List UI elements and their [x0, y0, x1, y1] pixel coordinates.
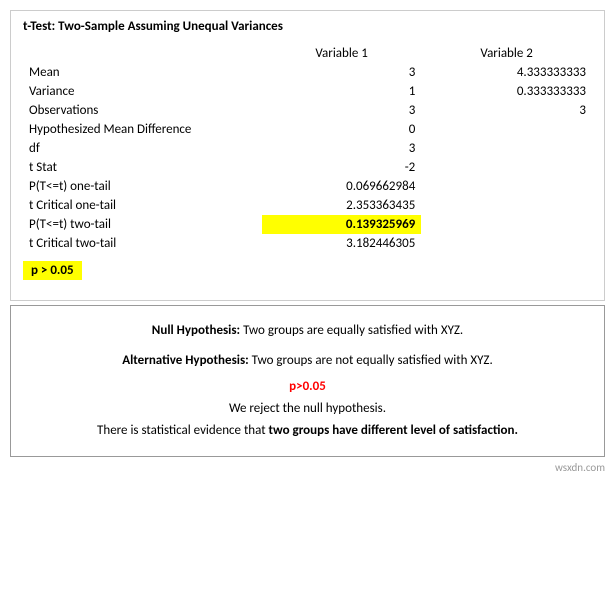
- row-label: Observations: [23, 101, 262, 120]
- table-row: P(T<=t) two-tail0.139325969: [23, 215, 592, 234]
- header-col1: [23, 44, 262, 63]
- row-var1: 3.182446305: [262, 234, 421, 253]
- p-result-line: p>0.05: [31, 376, 584, 398]
- row-var1: 0.069662984: [262, 177, 421, 196]
- table-row: t Critical one-tail2.353363435: [23, 196, 592, 215]
- evidence-bold: two groups have different level of satis…: [269, 423, 518, 438]
- alt-text: Two groups are not equally satisfied wit…: [249, 353, 493, 368]
- row-label: t Stat: [23, 158, 262, 177]
- row-var1: 0.139325969: [262, 215, 421, 234]
- row-label: Variance: [23, 82, 262, 101]
- table-row: Variance10.333333333: [23, 82, 592, 101]
- null-label: Null Hypothesis:: [152, 323, 240, 338]
- main-container: t-Test: Two-Sample Assuming Unequal Vari…: [10, 10, 605, 301]
- header-col3: Variable 2: [421, 44, 592, 63]
- table-row: Observations33: [23, 101, 592, 120]
- table-row: Mean34.333333333: [23, 63, 592, 82]
- row-var2: [421, 177, 592, 196]
- page-title: t-Test: Two-Sample Assuming Unequal Vari…: [23, 19, 592, 34]
- row-label: P(T<=t) two-tail: [23, 215, 262, 234]
- row-var2: 4.333333333: [421, 63, 592, 82]
- table-row: P(T<=t) one-tail0.069662984: [23, 177, 592, 196]
- alt-label: Alternative Hypothesis:: [122, 353, 248, 368]
- alt-hypothesis-line: Alternative Hypothesis: Two groups are n…: [31, 350, 584, 372]
- p-box-text: p > 0.05: [23, 261, 82, 280]
- header-col2: Variable 1: [262, 44, 421, 63]
- row-label: P(T<=t) one-tail: [23, 177, 262, 196]
- row-label: t Critical two-tail: [23, 234, 262, 253]
- row-var1: 2.353363435: [262, 196, 421, 215]
- hypothesis-box: Null Hypothesis: Two groups are equally …: [10, 305, 605, 457]
- row-var2: 3: [421, 101, 592, 120]
- p-result: p>0.05: [289, 379, 326, 394]
- row-var2: [421, 234, 592, 253]
- row-var1: 3: [262, 139, 421, 158]
- row-var2: [421, 158, 592, 177]
- table-row: t Critical two-tail3.182446305: [23, 234, 592, 253]
- row-var2: [421, 196, 592, 215]
- row-var2: [421, 120, 592, 139]
- conclusion-line: We reject the null hypothesis.: [31, 398, 584, 420]
- watermark: wsxdn.com: [10, 461, 605, 474]
- row-var2: 0.333333333: [421, 82, 592, 101]
- row-var2: [421, 215, 592, 234]
- evidence-line: There is statistical evidence that two g…: [31, 420, 584, 442]
- table-header-row: Variable 1 Variable 2: [23, 44, 592, 63]
- p-value-box: p > 0.05: [23, 253, 592, 288]
- stats-table: Variable 1 Variable 2 Mean34.333333333Va…: [23, 44, 592, 253]
- null-hypothesis-line: Null Hypothesis: Two groups are equally …: [31, 320, 584, 342]
- evidence-text: There is statistical evidence that: [97, 423, 269, 438]
- row-label: df: [23, 139, 262, 158]
- row-var2: [421, 139, 592, 158]
- row-var1: 3: [262, 101, 421, 120]
- table-row: df3: [23, 139, 592, 158]
- table-row: Hypothesized Mean Difference0: [23, 120, 592, 139]
- row-label: t Critical one-tail: [23, 196, 262, 215]
- row-var1: -2: [262, 158, 421, 177]
- null-text: Two groups are equally satisfied with XY…: [240, 323, 463, 338]
- row-var1: 3: [262, 63, 421, 82]
- table-row: t Stat-2: [23, 158, 592, 177]
- row-label: Hypothesized Mean Difference: [23, 120, 262, 139]
- row-var1: 0: [262, 120, 421, 139]
- row-label: Mean: [23, 63, 262, 82]
- row-var1: 1: [262, 82, 421, 101]
